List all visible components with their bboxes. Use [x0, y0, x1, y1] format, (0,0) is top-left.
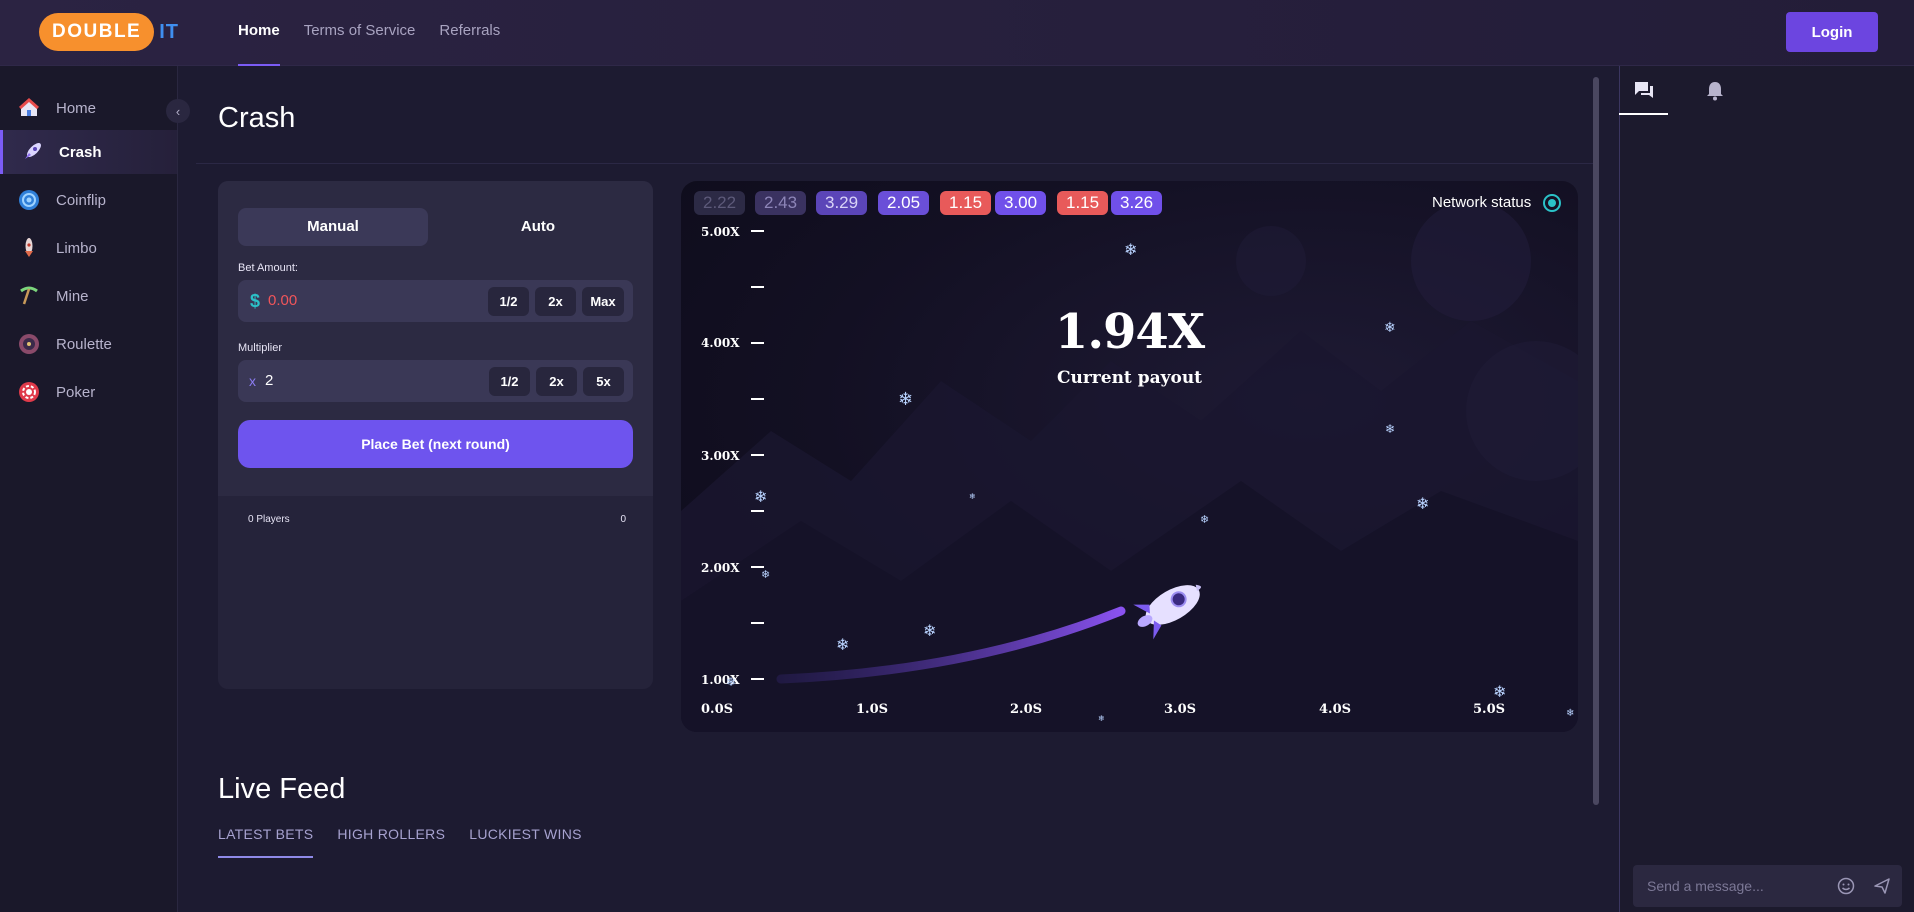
multiplier-half-button[interactable]: 1/2 — [489, 367, 530, 396]
sidebar-item-label: Coinflip — [56, 191, 107, 209]
sidebar-item-label: Poker — [56, 383, 96, 401]
crash-curve — [776, 606, 1126, 684]
sidebar-item-poker[interactable]: Poker — [0, 370, 177, 414]
roulette-wheel-icon — [18, 333, 40, 355]
chat-message-input[interactable] — [1647, 865, 1827, 907]
snowflake-icon: ❄ — [761, 569, 771, 581]
tab-auto[interactable]: Auto — [443, 208, 633, 246]
snowflake-icon: ❄ — [1124, 242, 1138, 259]
multiplier-prefix: x — [249, 373, 256, 389]
coin-icon — [18, 189, 40, 211]
snowflake-icon: ❄ — [1416, 496, 1430, 513]
crash-game-canvas: 2.22 2.43 3.29 2.05 1.15 3.00 1.15 3.26 … — [681, 181, 1578, 732]
top-bar: DOUBLE IT Home Terms of Service Referral… — [0, 0, 1914, 66]
snowflake-icon: ❄ — [1385, 422, 1396, 436]
main-scrollbar[interactable] — [1593, 77, 1599, 805]
sidebar-item-mine[interactable]: Mine — [0, 274, 177, 318]
bet-amount-value[interactable]: 0.00 — [268, 280, 297, 322]
house-icon — [18, 97, 40, 119]
emoji-icon[interactable] — [1837, 877, 1855, 900]
snowflake-icon: ❄ — [1566, 708, 1575, 719]
tab-chat[interactable] — [1619, 66, 1668, 115]
multiplier-5x-button[interactable]: 5x — [583, 367, 624, 396]
multiplier-value[interactable]: 2 — [265, 360, 273, 402]
sidebar-item-home[interactable]: Home — [0, 86, 177, 130]
topnav-referrals[interactable]: Referrals — [439, 0, 500, 66]
divider — [196, 163, 1598, 164]
dollar-icon: $ — [250, 291, 261, 311]
collapse-sidebar-button[interactable]: ‹ — [166, 99, 190, 123]
current-payout-value: 1.94X — [1054, 304, 1205, 360]
snowflake-icon: ❄ — [923, 623, 937, 640]
topnav-home[interactable]: Home — [238, 0, 280, 66]
chevron-left-icon: ‹ — [175, 103, 181, 119]
tab-high-rollers[interactable]: HIGH ROLLERS — [337, 826, 445, 858]
tab-manual[interactable]: Manual — [238, 208, 428, 246]
top-nav: Home Terms of Service Referrals — [238, 0, 524, 66]
multiplier-field[interactable]: x 2 1/2 2x 5x — [238, 360, 633, 402]
sidebar-item-label: Limbo — [56, 239, 97, 257]
players-count: 0 Players — [248, 514, 290, 525]
snowflake-icon: ❄ — [1200, 514, 1210, 526]
tab-latest-bets[interactable]: LATEST BETS — [218, 826, 314, 858]
chat-input-box — [1633, 865, 1902, 907]
tab-luckiest-wins[interactable]: LUCKIEST WINS — [469, 826, 582, 858]
topnav-terms[interactable]: Terms of Service — [304, 0, 416, 66]
players-row: 0 Players 0 — [248, 514, 626, 525]
snowflake-icon: ❄ — [754, 489, 768, 506]
bet-panel: Manual Auto Bet Amount: $ 0.00 1/2 2x Ma… — [218, 181, 653, 689]
rocket-icon — [1133, 584, 1201, 640]
players-total: 0 — [620, 514, 626, 525]
place-bet-button[interactable]: Place Bet (next round) — [238, 420, 633, 468]
current-payout-label: Current payout — [1056, 368, 1203, 388]
sidebar-item-label: Home — [56, 99, 97, 117]
bell-icon — [1706, 81, 1723, 100]
snowflake-icon: ❄ — [836, 637, 850, 654]
bet-double-button[interactable]: 2x — [535, 287, 576, 316]
multiplier-double-button[interactable]: 2x — [536, 367, 577, 396]
bet-amount-field[interactable]: $ 0.00 1/2 2x Max — [238, 280, 633, 322]
live-feed-tabs: LATEST BETS HIGH ROLLERS LUCKIEST WINS — [218, 826, 606, 858]
sidebar-item-label: Roulette — [56, 335, 112, 353]
rocket-small-icon — [18, 237, 40, 259]
sidebar: ‹ Home Crash Coinflip Limbo Mine Roulett… — [0, 66, 190, 912]
bet-amount-label: Bet Amount: — [238, 262, 298, 274]
bet-controls: Manual Auto Bet Amount: $ 0.00 1/2 2x Ma… — [218, 181, 653, 496]
snowflake-icon: ❄ — [1098, 714, 1105, 723]
sidebar-item-crash[interactable]: Crash — [0, 130, 177, 174]
logo-suffix: IT — [159, 20, 180, 43]
chat-icon — [1634, 81, 1653, 98]
login-button[interactable]: Login — [1786, 12, 1878, 52]
rocket-icon — [21, 141, 43, 163]
tab-notifications[interactable] — [1690, 66, 1739, 115]
sidebar-item-roulette[interactable]: Roulette — [0, 322, 177, 366]
snowflake-icon: ❄ — [1493, 684, 1507, 701]
logo-main: DOUBLE — [39, 13, 155, 51]
snowflake-icon: ❄ — [898, 389, 914, 409]
sidebar-item-coinflip[interactable]: Coinflip — [0, 178, 177, 222]
bet-max-button[interactable]: Max — [582, 287, 624, 316]
send-icon[interactable] — [1873, 877, 1891, 900]
sidebar-item-label: Crash — [59, 143, 102, 161]
snowflake-icon: ❄ — [726, 675, 737, 689]
page-title: Crash — [218, 102, 296, 134]
sidebar-item-limbo[interactable]: Limbo — [0, 226, 177, 270]
chat-panel — [1619, 66, 1914, 912]
multiplier-label: Multiplier — [238, 342, 283, 354]
snowflake-icon: ❄ — [969, 492, 976, 501]
pickaxe-icon — [18, 285, 40, 307]
sidebar-item-label: Mine — [56, 287, 89, 305]
logo[interactable]: DOUBLE IT — [39, 13, 179, 51]
poker-chip-icon — [18, 381, 40, 403]
bet-mode-tabs: Manual Auto — [238, 208, 633, 246]
bet-half-button[interactable]: 1/2 — [488, 287, 529, 316]
live-feed-title: Live Feed — [218, 773, 346, 805]
